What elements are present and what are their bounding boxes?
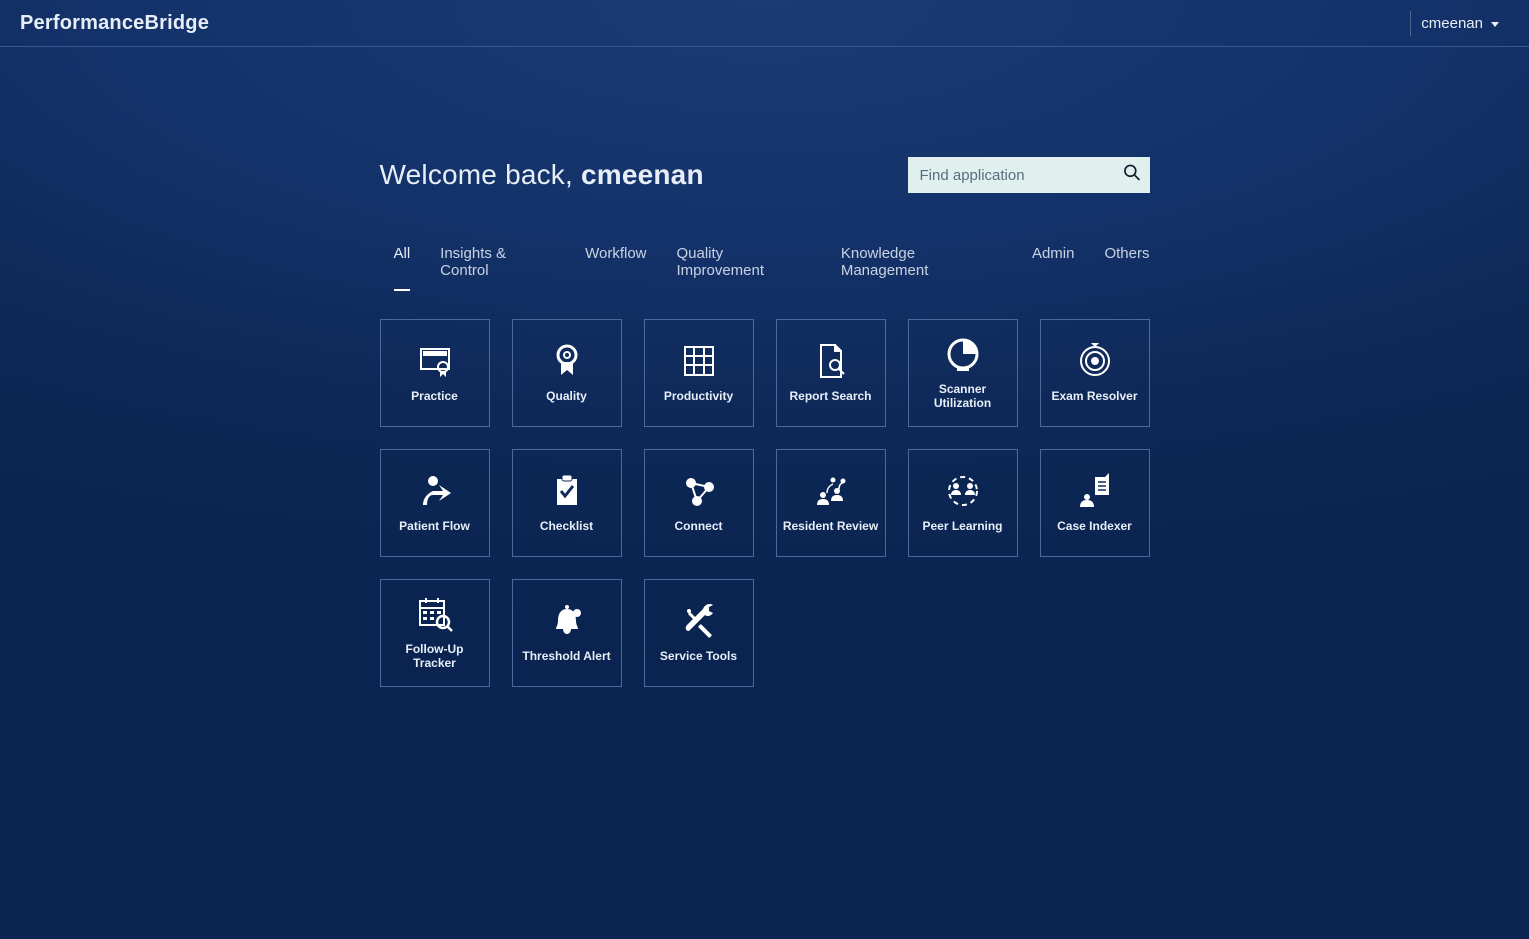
- tile-label: Follow-Up Tracker: [385, 642, 485, 671]
- certificate-icon: [415, 341, 455, 381]
- tab-label: Admin: [1032, 245, 1075, 262]
- tile-connect[interactable]: Connect: [644, 449, 754, 557]
- tile-patient-flow[interactable]: Patient Flow: [380, 449, 490, 557]
- chevron-down-icon: [1491, 22, 1499, 27]
- tile-quality-app[interactable]: Quality: [512, 319, 622, 427]
- tab-label: Insights & Control: [440, 245, 506, 279]
- tile-label: Peer Learning: [922, 519, 1002, 533]
- network-icon: [679, 471, 719, 511]
- tab-workflow[interactable]: Workflow: [585, 245, 646, 291]
- tab-label: Knowledge Management: [841, 245, 929, 279]
- tile-label: Productivity: [664, 389, 733, 403]
- welcome-row: Welcome back, cmeenan: [380, 157, 1150, 193]
- tile-label: Exam Resolver: [1051, 389, 1137, 403]
- search-input[interactable]: [908, 157, 1150, 193]
- welcome-username: cmeenan: [581, 159, 704, 190]
- index-flag-icon: [1075, 471, 1115, 511]
- main-content: Welcome back, cmeenan All Insights & Cont…: [380, 157, 1150, 687]
- app-grid: Practice Quality Productivity Report Search…: [380, 319, 1150, 687]
- tab-all[interactable]: All: [394, 245, 411, 291]
- tile-label: Report Search: [789, 389, 871, 403]
- tab-label: Workflow: [585, 245, 646, 262]
- tile-report-search[interactable]: Report Search: [776, 319, 886, 427]
- calendar-search-icon: [415, 594, 455, 634]
- calendar-grid-icon: [679, 341, 719, 381]
- tile-service-tools[interactable]: Service Tools: [644, 579, 754, 687]
- tile-threshold[interactable]: Threshold Alert: [512, 579, 622, 687]
- tile-case-indexer[interactable]: Case Indexer: [1040, 449, 1150, 557]
- tile-label: Resident Review: [783, 519, 878, 533]
- user-menu[interactable]: cmeenan: [1410, 11, 1509, 36]
- welcome-prefix: Welcome back,: [380, 159, 581, 190]
- ribbon-icon: [547, 341, 587, 381]
- file-search-icon: [811, 341, 851, 381]
- tile-label: Practice: [411, 389, 458, 403]
- search-wrap: [908, 157, 1150, 193]
- tab-knowledge[interactable]: Knowledge Management: [841, 245, 1002, 291]
- tile-peer-learning[interactable]: Peer Learning: [908, 449, 1018, 557]
- user-name: cmeenan: [1421, 15, 1483, 32]
- tile-label: Checklist: [540, 519, 593, 533]
- app-root: PerformanceBridge cmeenan Welcome back, …: [0, 0, 1529, 939]
- gauge-icon: [943, 334, 983, 374]
- tab-others[interactable]: Others: [1104, 245, 1149, 291]
- flow-person-icon: [415, 471, 455, 511]
- tools-icon: [679, 601, 719, 641]
- tile-label: Case Indexer: [1057, 519, 1132, 533]
- bell-alert-icon: [547, 601, 587, 641]
- tabs: All Insights & Control Workflow Quality Imp…: [380, 245, 1150, 291]
- tile-label: Quality: [546, 389, 587, 403]
- tab-quality[interactable]: Quality Improvement: [677, 245, 811, 291]
- tile-scanner-util[interactable]: Scanner Utilization: [908, 319, 1018, 427]
- tab-label: Others: [1104, 245, 1149, 262]
- tile-resident-review[interactable]: Resident Review: [776, 449, 886, 557]
- tab-label: All: [394, 245, 411, 262]
- people-circle-icon: [943, 471, 983, 511]
- tile-productivity[interactable]: Productivity: [644, 319, 754, 427]
- tab-admin[interactable]: Admin: [1032, 245, 1075, 291]
- tile-exam-resolver[interactable]: Exam Resolver: [1040, 319, 1150, 427]
- people-review-icon: [811, 471, 851, 511]
- clipboard-check-icon: [547, 471, 587, 511]
- tab-insights[interactable]: Insights & Control: [440, 245, 555, 291]
- tile-practice[interactable]: Practice: [380, 319, 490, 427]
- tile-label: Patient Flow: [399, 519, 470, 533]
- target-icon: [1075, 341, 1115, 381]
- header: PerformanceBridge cmeenan: [0, 0, 1529, 47]
- tile-label: Threshold Alert: [522, 649, 610, 663]
- tile-label: Service Tools: [660, 649, 737, 663]
- tile-label: Connect: [675, 519, 723, 533]
- welcome-text: Welcome back, cmeenan: [380, 159, 704, 191]
- tab-label: Quality Improvement: [677, 245, 765, 279]
- brand-title: PerformanceBridge: [20, 12, 209, 35]
- tile-label: Scanner Utilization: [913, 382, 1013, 411]
- tile-checklist[interactable]: Checklist: [512, 449, 622, 557]
- search-icon[interactable]: [1122, 163, 1142, 188]
- tile-followup[interactable]: Follow-Up Tracker: [380, 579, 490, 687]
